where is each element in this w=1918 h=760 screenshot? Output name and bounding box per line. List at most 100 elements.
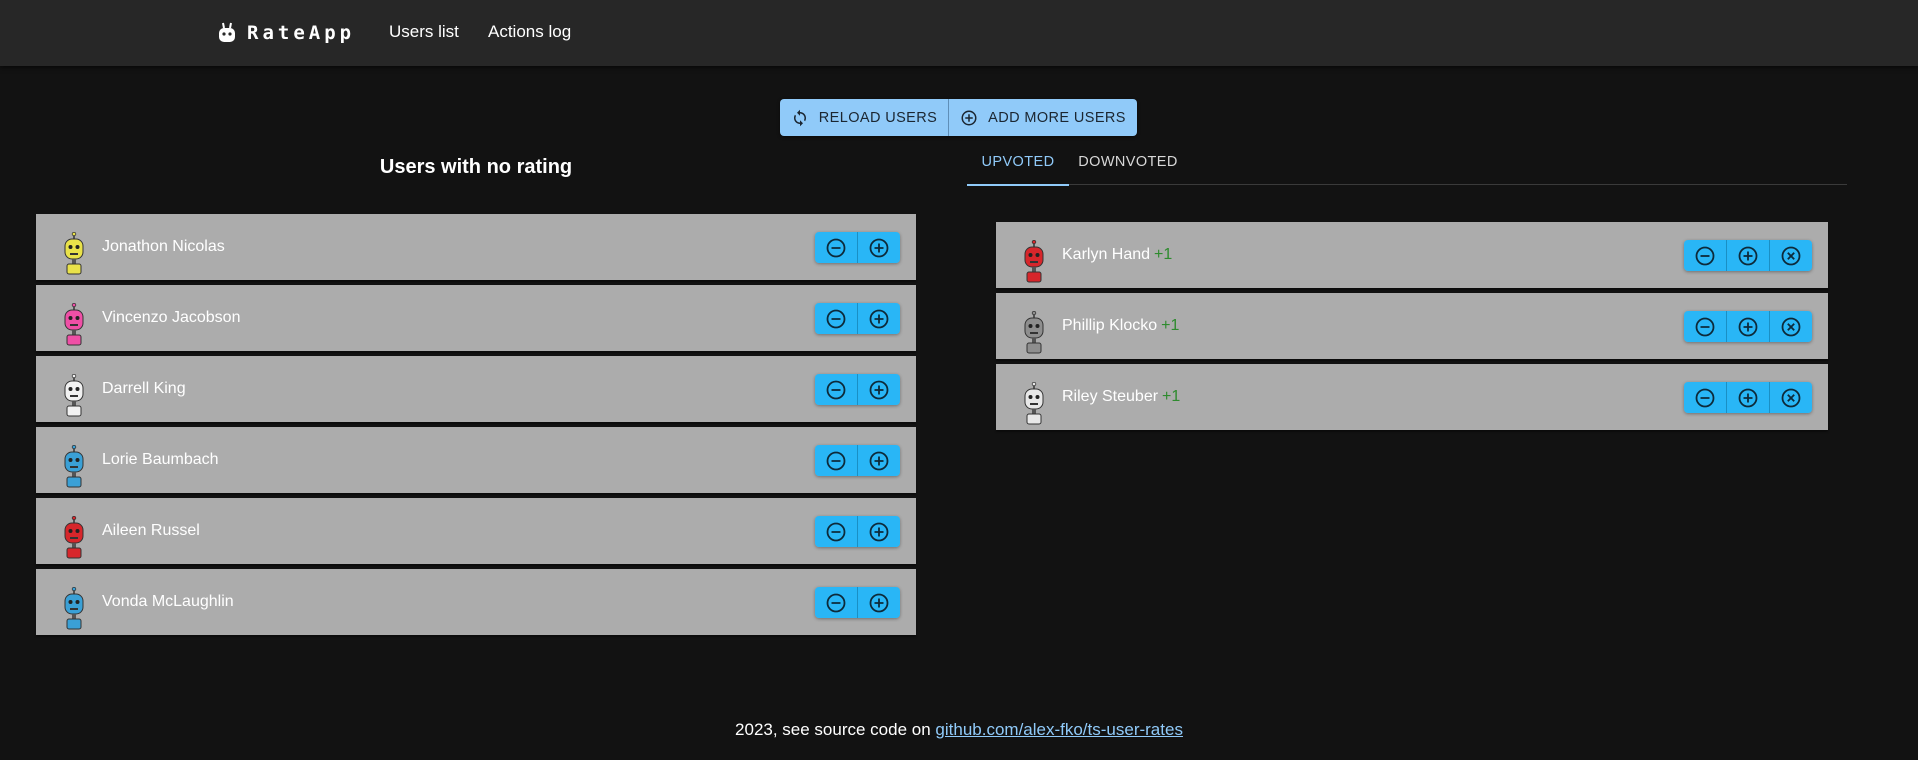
user-name-text: Darrell King [102, 380, 186, 397]
user-name-text: Vonda McLaughlin [102, 593, 234, 610]
user-row: Phillip Klocko +1 [996, 293, 1828, 359]
add-circle-icon [961, 110, 977, 125]
upvote-button[interactable] [1726, 311, 1769, 342]
upvote-button[interactable] [857, 516, 900, 547]
user-name-text: Vincenzo Jacobson [102, 309, 241, 326]
reload-users-button[interactable]: RELOAD USERS [780, 99, 949, 136]
plus-circle-icon [1738, 246, 1758, 265]
robot-avatar [64, 516, 84, 559]
plus-circle-icon [869, 593, 889, 612]
user-name: Jonathon Nicolas [102, 238, 225, 256]
plus-circle-icon [869, 522, 889, 541]
rating-actions [815, 445, 900, 476]
robot-avatar [1024, 382, 1044, 425]
upvote-button[interactable] [857, 445, 900, 476]
add-more-users-label: ADD MORE USERS [988, 109, 1126, 126]
user-name: Phillip Klocko +1 [1062, 317, 1179, 335]
add-more-users-button[interactable]: ADD MORE USERS [949, 99, 1137, 136]
robot-avatar [64, 303, 84, 346]
remove-rating-button[interactable] [1769, 311, 1812, 342]
downvote-button[interactable] [815, 303, 857, 334]
close-circle-icon [1781, 246, 1801, 265]
downvote-button[interactable] [815, 445, 857, 476]
remove-rating-button[interactable] [1769, 240, 1812, 271]
downvote-button[interactable] [815, 374, 857, 405]
user-row: Riley Steuber +1 [996, 364, 1828, 430]
upvote-button[interactable] [857, 232, 900, 263]
rating-actions [815, 374, 900, 405]
refresh-icon [793, 109, 806, 126]
footer: 2023, see source code on github.com/alex… [0, 720, 1918, 740]
unrated-users-title: Users with no rating [379, 156, 573, 178]
plus-circle-icon [1738, 388, 1758, 407]
rating-actions [815, 232, 900, 263]
user-row: Vincenzo Jacobson [36, 285, 916, 351]
upvote-button[interactable] [857, 303, 900, 334]
rating-actions [815, 516, 900, 547]
user-row: Karlyn Hand +1 [996, 222, 1828, 288]
toolbar-button-group: RELOAD USERS ADD MORE USERS [780, 99, 1137, 136]
plus-circle-icon [869, 238, 889, 257]
user-name: Lorie Baumbach [102, 451, 219, 469]
reload-users-label: RELOAD USERS [818, 109, 938, 126]
source-code-link[interactable]: github.com/alex-fko/ts-user-rates [935, 720, 1183, 739]
app-title: RateApp [247, 22, 356, 44]
rating-score: +1 [1161, 317, 1180, 334]
footer-text: 2023, see source code on [735, 720, 936, 739]
rating-actions [1684, 240, 1812, 271]
close-circle-icon [1781, 317, 1801, 336]
rating-score: +1 [1162, 388, 1181, 405]
user-name-text: Jonathon Nicolas [102, 238, 225, 255]
minus-circle-icon [1695, 246, 1715, 265]
nav-actions-log[interactable]: Actions log [488, 22, 571, 42]
minus-circle-icon [826, 309, 846, 328]
plus-circle-icon [869, 309, 889, 328]
tab-downvoted[interactable]: DOWNVOTED [1069, 140, 1187, 184]
robot-avatar [64, 374, 84, 417]
upvote-button[interactable] [857, 587, 900, 618]
rating-actions [815, 587, 900, 618]
rating-actions [1684, 382, 1812, 413]
minus-circle-icon [1695, 317, 1715, 336]
user-name-text: Karlyn Hand [1062, 246, 1151, 263]
robot-avatar [64, 232, 84, 275]
brand[interactable]: RateApp [217, 20, 355, 46]
upvote-button[interactable] [1726, 382, 1769, 413]
app-bar: RateApp Users list Actions log [0, 0, 1918, 66]
user-row: Darrell King [36, 356, 916, 422]
robot-avatar [64, 445, 84, 488]
user-row: Lorie Baumbach [36, 427, 916, 493]
nav-users-list[interactable]: Users list [389, 22, 459, 42]
user-row: Aileen Russel [36, 498, 916, 564]
user-name: Vincenzo Jacobson [102, 309, 240, 327]
user-name-text: Aileen Russel [102, 522, 200, 539]
upvote-button[interactable] [857, 374, 900, 405]
close-circle-icon [1781, 388, 1801, 407]
downvote-button[interactable] [815, 232, 857, 263]
minus-circle-icon [826, 522, 846, 541]
rating-actions [1684, 311, 1812, 342]
user-name: Riley Steuber +1 [1062, 388, 1180, 406]
downvote-button[interactable] [815, 516, 857, 547]
downvote-button[interactable] [815, 587, 857, 618]
upvote-button[interactable] [1726, 240, 1769, 271]
user-name-text: Phillip Klocko [1062, 317, 1158, 334]
user-name: Vonda McLaughlin [102, 593, 234, 611]
user-name-text: Riley Steuber [1062, 388, 1159, 405]
user-row: Vonda McLaughlin [36, 569, 916, 635]
tab-upvoted[interactable]: UPVOTED [967, 140, 1069, 186]
user-name-text: Lorie Baumbach [102, 451, 219, 468]
minus-circle-icon [1695, 388, 1715, 407]
downvote-button[interactable] [1684, 240, 1726, 271]
plus-circle-icon [869, 451, 889, 470]
downvote-button[interactable] [1684, 382, 1726, 413]
robot-avatar [1024, 311, 1044, 354]
rating-score: +1 [1154, 246, 1173, 263]
plus-circle-icon [1738, 317, 1758, 336]
user-name: Aileen Russel [102, 522, 200, 540]
plus-circle-icon [869, 380, 889, 399]
minus-circle-icon [826, 451, 846, 470]
user-name: Karlyn Hand +1 [1062, 246, 1172, 264]
downvote-button[interactable] [1684, 311, 1726, 342]
remove-rating-button[interactable] [1769, 382, 1812, 413]
